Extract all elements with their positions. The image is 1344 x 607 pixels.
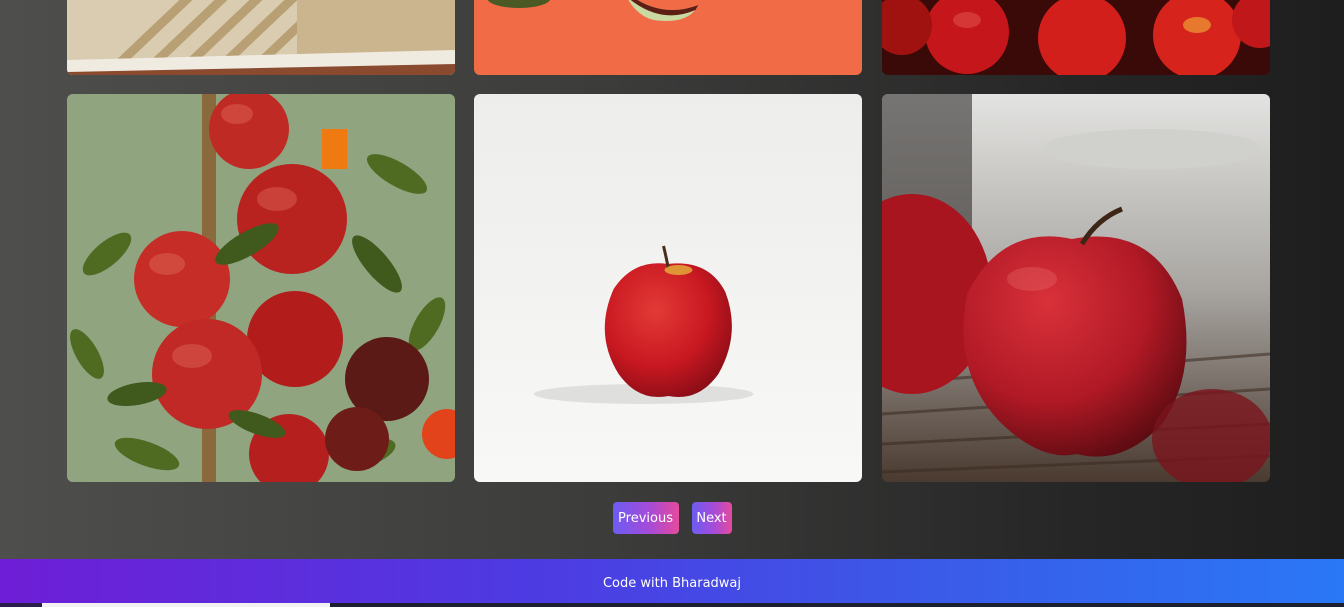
bottom-strip-dark — [330, 603, 1344, 607]
image-gallery — [0, 0, 1344, 500]
pagination: Previous Next — [0, 502, 1344, 534]
footer-text: Code with Bharadwaj — [602, 575, 742, 591]
next-button[interactable]: Next — [691, 502, 732, 534]
gallery-image-tablecloth[interactable] — [67, 0, 455, 75]
gallery-image-apples-on-tree[interactable] — [67, 94, 455, 482]
gallery-image-apples-pile[interactable] — [882, 0, 1270, 75]
previous-button[interactable]: Previous — [612, 502, 679, 534]
bottom-strip-left — [0, 603, 42, 607]
gallery-image-apple-slices[interactable] — [474, 0, 862, 75]
gallery-image-apple-on-table[interactable] — [882, 94, 1270, 482]
bottom-strip-light — [42, 603, 330, 607]
footer: Code with Bharadwaj — [0, 559, 1344, 607]
gallery-image-single-apple[interactable] — [474, 94, 862, 482]
